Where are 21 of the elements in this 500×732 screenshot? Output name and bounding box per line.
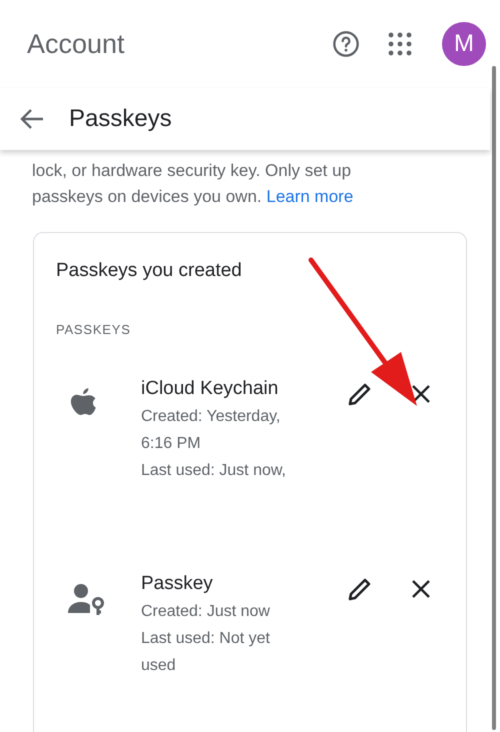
passkey-detail: Created: Yesterday, 6:16 PM (141, 407, 282, 454)
description-text: lock, or hardware security key. Only set up passkeys on devices you own. Learn more (32, 160, 354, 208)
help-icon[interactable] (332, 30, 360, 58)
back-arrow-icon[interactable] (20, 108, 44, 130)
passkey-name: iCloud Keychain (141, 377, 280, 401)
avatar[interactable]: M (442, 22, 486, 66)
card-title: Passkeys you created (56, 259, 243, 283)
edit-icon[interactable] (347, 381, 373, 407)
passkey-name: Passkey (141, 572, 214, 596)
page-title: Passkeys (69, 104, 172, 134)
apps-grid-icon[interactable] (388, 32, 412, 56)
passkey-detail: Last used: Just now, (141, 461, 287, 481)
passkey-detail: Last used: Not yet used (141, 629, 271, 676)
passkey-detail: Created: Just now (141, 602, 271, 622)
person-key-icon (68, 582, 104, 616)
app-title: Account (27, 28, 126, 61)
close-icon[interactable] (411, 579, 431, 599)
learn-more-link[interactable]: Learn more (266, 187, 354, 206)
edit-icon[interactable] (347, 576, 373, 602)
section-label: PASSKEYS (56, 320, 132, 338)
close-icon[interactable] (411, 384, 431, 404)
